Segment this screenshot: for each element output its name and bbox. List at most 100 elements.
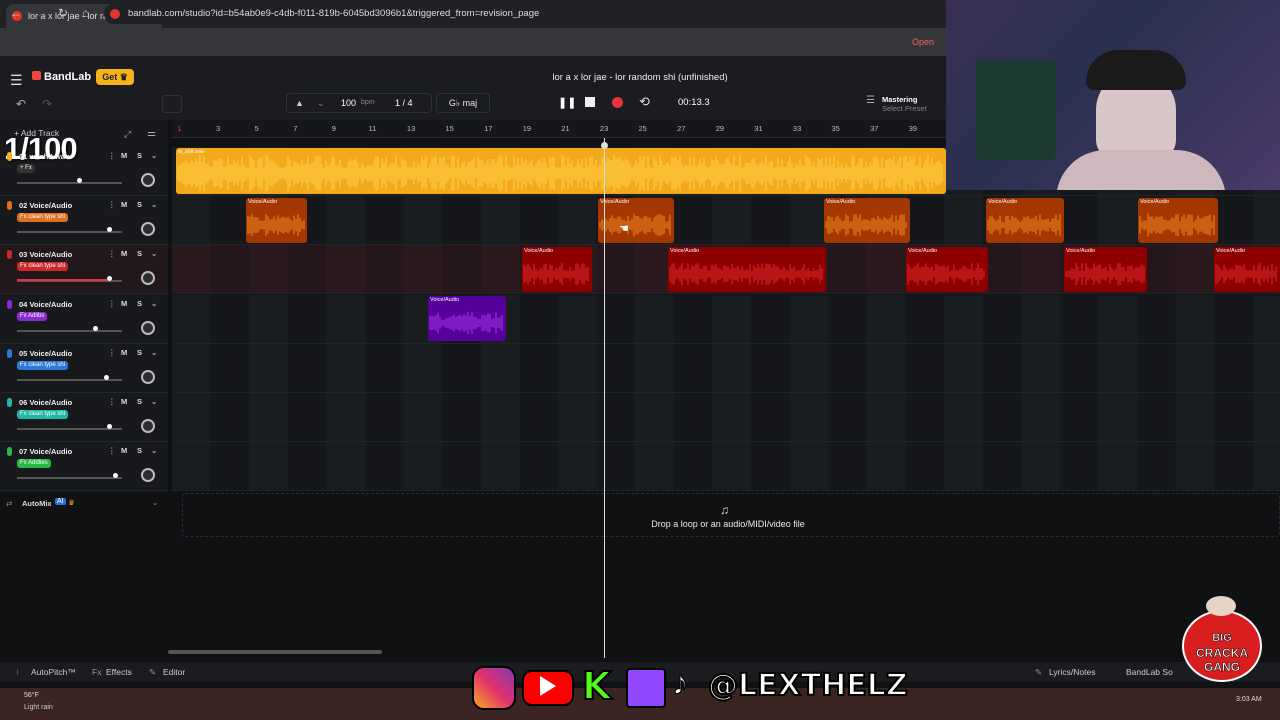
playhead[interactable] xyxy=(604,138,605,658)
track-name[interactable]: 07 Voice/Audio xyxy=(19,447,72,456)
track-lane[interactable] xyxy=(172,196,1280,246)
tempo-controls[interactable]: ▲ ⌄ 100 bpm 1 / 4 xyxy=(286,93,432,113)
volume-slider[interactable] xyxy=(17,477,122,480)
track-header[interactable]: 07 Voice/Audio Fx Addlies ⋮ M S ⌄ xyxy=(0,442,168,492)
track-lane[interactable] xyxy=(172,343,1280,393)
audio-clip[interactable]: Voice/Audio xyxy=(598,198,674,243)
volume-slider-handle[interactable] xyxy=(104,374,109,380)
track-name[interactable]: 03 Voice/Audio xyxy=(19,250,72,259)
chevron-down-icon[interactable]: ⌄ xyxy=(151,446,157,455)
drop-zone[interactable] xyxy=(182,493,1280,537)
pan-knob[interactable] xyxy=(141,271,155,286)
solo-button[interactable]: S xyxy=(137,200,142,209)
automix-row[interactable]: ⇄ AutoMix AI ♛ ⌄ xyxy=(0,496,168,512)
chevron-down-icon[interactable]: ⌄ xyxy=(151,249,157,258)
stop-icon[interactable] xyxy=(585,97,595,107)
track-name[interactable]: 05 Voice/Audio xyxy=(19,349,72,358)
volume-slider[interactable] xyxy=(17,231,122,234)
solo-button[interactable]: S xyxy=(137,348,142,357)
audio-clip[interactable]: Voice/Audio xyxy=(1214,247,1280,292)
pause-icon[interactable]: ❚❚ xyxy=(558,96,576,109)
track-fx-badge[interactable]: Fx clean type shi xyxy=(17,360,69,370)
volume-slider[interactable] xyxy=(17,329,122,332)
track-header[interactable]: 03 Voice/Audio Fx clean type shi ⋮ M S ⌄ xyxy=(0,245,168,295)
mute-button[interactable]: M xyxy=(121,397,127,406)
track-options-icon[interactable]: ⋮ xyxy=(108,299,116,308)
solo-button[interactable]: S xyxy=(137,249,142,258)
volume-slider-handle[interactable] xyxy=(93,325,98,331)
audio-clip[interactable]: Voice/Audio xyxy=(1138,198,1218,243)
track-settings-icon[interactable]: ⚌ xyxy=(147,128,156,139)
chevron-down-icon[interactable]: ⌄ xyxy=(152,498,158,507)
record-icon[interactable] xyxy=(612,97,623,108)
window-toggle-icon[interactable] xyxy=(162,95,182,113)
track-lane[interactable] xyxy=(172,294,1280,344)
track-options-icon[interactable]: ⋮ xyxy=(108,249,116,258)
track-options-icon[interactable]: ⋮ xyxy=(108,397,116,406)
key-selector[interactable]: G♭ maj xyxy=(436,93,490,113)
chevron-down-icon[interactable]: ⌄ xyxy=(151,200,157,209)
audio-clip[interactable]: w_shit.wav xyxy=(176,148,946,194)
metronome-icon[interactable]: ▲ xyxy=(295,98,304,108)
redo-icon[interactable]: ↷ xyxy=(36,95,58,113)
horizontal-scrollbar[interactable] xyxy=(168,650,382,654)
mute-button[interactable]: M xyxy=(121,151,127,160)
track-header[interactable]: 06 Voice/Audio Fx clean type shi ⋮ M S ⌄ xyxy=(0,393,168,442)
site-info-icon[interactable] xyxy=(110,9,120,19)
track-name[interactable]: 04 Voice/Audio xyxy=(19,300,72,309)
pan-knob[interactable] xyxy=(141,320,155,335)
mute-button[interactable]: M xyxy=(121,348,127,357)
pan-knob[interactable] xyxy=(141,419,155,433)
audio-clip[interactable]: Voice/Audio xyxy=(522,247,592,292)
track-name[interactable]: 06 Voice/Audio xyxy=(19,398,72,407)
solo-button[interactable]: S xyxy=(137,446,142,455)
pan-knob[interactable] xyxy=(141,222,155,237)
tool-icon[interactable]: ⤢ xyxy=(124,129,131,140)
back-arrow-icon[interactable]: ← xyxy=(10,6,22,20)
track-options-icon[interactable]: ⋮ xyxy=(108,446,116,455)
volume-slider[interactable] xyxy=(17,428,122,430)
url-input[interactable]: bandlab.com/studio?id=b54ab0e9-c4db-f011… xyxy=(104,4,944,24)
mute-button[interactable]: M xyxy=(121,446,127,455)
audio-clip[interactable]: Voice/Audio xyxy=(1064,247,1147,292)
loop-icon[interactable]: ⟲ xyxy=(639,94,650,110)
track-options-icon[interactable]: ⋮ xyxy=(108,151,116,160)
track-header[interactable]: 05 Voice/Audio Fx clean type shi ⋮ M S ⌄ xyxy=(0,344,168,393)
bandlab-sounds-button[interactable]: BandLab So xyxy=(1126,667,1173,677)
chevron-down-icon[interactable]: ⌄ xyxy=(151,151,157,160)
track-fx-badge[interactable]: Fx Addlies xyxy=(17,459,51,469)
mute-button[interactable]: M xyxy=(121,249,127,258)
track-fx-badge[interactable]: Fx clean type shi xyxy=(17,410,69,419)
track-options-icon[interactable]: ⋮ xyxy=(108,348,116,357)
solo-button[interactable]: S xyxy=(137,299,142,308)
editor-button[interactable]: Editor xyxy=(163,667,185,677)
mastering-button[interactable]: ☰ Mastering Select Preset xyxy=(858,93,938,115)
audio-clip[interactable]: Voice/Audio xyxy=(428,296,506,341)
bpm-value[interactable]: 100 xyxy=(341,98,356,108)
track-fx-badge[interactable]: Fx clean type shi xyxy=(17,213,69,223)
playhead-handle[interactable] xyxy=(601,142,608,149)
effects-button[interactable]: Effects xyxy=(106,667,132,677)
volume-slider-handle[interactable] xyxy=(77,178,82,183)
track-options-icon[interactable]: ⋮ xyxy=(108,200,116,209)
audio-clip[interactable]: Voice/Audio xyxy=(906,247,988,292)
track-header[interactable]: 01 w_shit.wav + Fx ⋮ M S ⌄ xyxy=(0,147,168,196)
track-fx-badge[interactable]: Fx clean type shi xyxy=(17,262,69,272)
solo-button[interactable]: S xyxy=(137,397,142,406)
lyrics-notes-button[interactable]: Lyrics/Notes xyxy=(1049,667,1095,677)
autopitch-button[interactable]: AutoPitch™ xyxy=(31,667,76,677)
pan-knob[interactable] xyxy=(141,468,155,483)
track-fx-badge[interactable]: + Fx xyxy=(17,164,35,173)
audio-clip[interactable]: Voice/Audio xyxy=(986,198,1064,243)
track-header[interactable]: 02 Voice/Audio Fx clean type shi ⋮ M S ⌄ xyxy=(0,196,168,246)
pan-knob[interactable] xyxy=(141,173,155,187)
open-app-badge[interactable]: Open xyxy=(912,37,934,47)
volume-slider-handle[interactable] xyxy=(107,424,112,429)
chevron-down-icon[interactable]: ⌄ xyxy=(317,98,325,109)
pan-knob[interactable] xyxy=(141,369,155,384)
chevron-down-icon[interactable]: ⌄ xyxy=(151,348,157,357)
chevron-down-icon[interactable]: ⌄ xyxy=(151,397,157,406)
chevron-down-icon[interactable]: ⌄ xyxy=(151,299,157,308)
solo-button[interactable]: S xyxy=(137,151,142,160)
forward-arrow-icon[interactable]: → xyxy=(34,6,46,20)
